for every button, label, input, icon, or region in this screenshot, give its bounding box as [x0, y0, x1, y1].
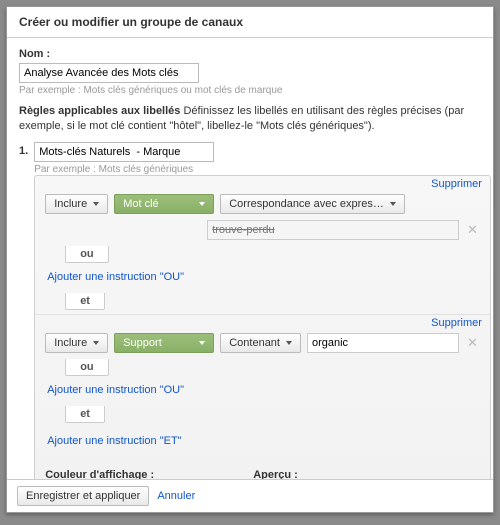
value-input-1[interactable] [207, 220, 459, 240]
and-connector-1: et [65, 293, 490, 310]
name-hint: Par exemple : Mots clés génériques ou mo… [19, 85, 481, 96]
dimension-dropdown-2[interactable]: Support [114, 333, 214, 353]
color-picker: Couleur d'affichage : aaaaaaaaaaaaaaaaaa… [45, 469, 213, 479]
condition-line-1: Inclure Mot clé Correspondance avec expr… [45, 194, 480, 214]
rules-intro-bold: Règles applicables aux libellés [19, 105, 180, 117]
operator-dropdown-2[interactable]: Contenant [220, 333, 301, 353]
rule-name-hint: Par exemple : Mots clés génériques [34, 164, 491, 175]
rules-panel: Supprimer Inclure Mot clé Correspondance… [34, 175, 491, 479]
chevron-down-icon [199, 341, 205, 345]
delete-button-2[interactable]: Supprimer [431, 317, 482, 329]
rule-number: 1. [19, 142, 28, 157]
chevron-down-icon [199, 202, 205, 206]
name-section: Nom : Par exemple : Mots clés génériques… [19, 48, 481, 96]
value-input-2[interactable] [307, 333, 459, 353]
chevron-down-icon [93, 202, 99, 206]
delete-button-1[interactable]: Supprimer [431, 178, 482, 190]
save-apply-button[interactable]: Enregistrer et appliquer [17, 486, 149, 506]
add-and-link[interactable]: Ajouter une instruction "ET" [45, 431, 183, 451]
add-and-row: Ajouter une instruction "ET" [35, 427, 490, 459]
include-dropdown-1[interactable]: Inclure [45, 194, 108, 214]
rule-row: 1. Par exemple : Mots clés génériques Su… [19, 142, 481, 479]
chevron-down-icon [286, 341, 292, 345]
condition-block-2: Supprimer Inclure Support Contenant [35, 314, 490, 404]
operator-dropdown-1[interactable]: Correspondance avec expression régulière [220, 194, 405, 214]
add-or-link-2[interactable]: Ajouter une instruction "OU" [45, 380, 186, 400]
chevron-down-icon [390, 202, 396, 206]
or-label-2: ou [65, 359, 108, 376]
preview-label: Aperçu : [253, 469, 416, 479]
name-input[interactable] [19, 63, 199, 83]
or-connector-1: ou [65, 246, 480, 263]
preview-section: Aperçu : Mots-clés Naturels - Marque [253, 469, 416, 479]
and-connector-2: et [65, 406, 490, 423]
condition-line-2: Inclure Support Contenant ✕ [45, 333, 480, 353]
remove-condition-icon-2[interactable]: ✕ [465, 335, 480, 351]
or-connector-2: ou [65, 359, 480, 376]
rules-intro: Règles applicables aux libellés Définiss… [19, 104, 481, 134]
and-label-2: et [65, 406, 105, 423]
dimension-dropdown-1[interactable]: Mot clé [114, 194, 214, 214]
chevron-down-icon [93, 341, 99, 345]
and-label: et [65, 293, 105, 310]
cancel-modal-link[interactable]: Annuler [157, 490, 195, 502]
condition-block-1: Supprimer Inclure Mot clé Correspondance… [35, 176, 490, 291]
rule-name-input[interactable] [34, 142, 214, 162]
value-line-1: ✕ [207, 220, 480, 240]
or-label: ou [65, 246, 108, 263]
channel-group-modal: Créer ou modifier un groupe de canaux No… [6, 6, 494, 513]
modal-body: Nom : Par exemple : Mots clés génériques… [7, 38, 493, 479]
modal-footer: Enregistrer et appliquer Annuler [7, 479, 493, 512]
color-label: Couleur d'affichage : [45, 469, 213, 479]
modal-title: Créer ou modifier un groupe de canaux [7, 7, 493, 38]
name-label: Nom : [19, 48, 481, 60]
add-or-link-1[interactable]: Ajouter une instruction "OU" [45, 267, 186, 287]
display-section: Couleur d'affichage : aaaaaaaaaaaaaaaaaa… [35, 469, 490, 479]
remove-condition-icon-1[interactable]: ✕ [465, 222, 480, 238]
include-dropdown-2[interactable]: Inclure [45, 333, 108, 353]
